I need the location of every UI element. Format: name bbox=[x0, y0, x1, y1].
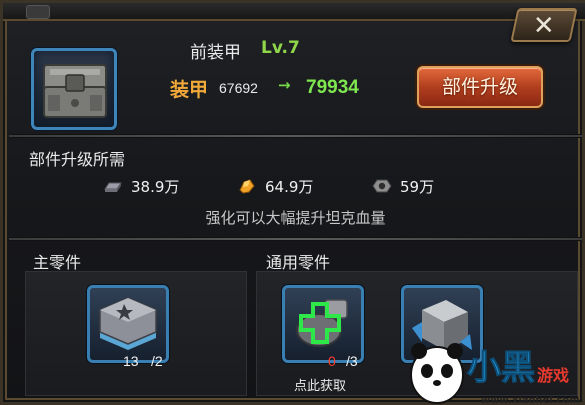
armor-part-slot bbox=[31, 48, 117, 130]
steel-amount: 38.9万 bbox=[131, 177, 180, 196]
requirements-hint: 强化可以大幅提升坦克血量 bbox=[205, 209, 386, 227]
resource-steel: 38.9万 bbox=[103, 175, 179, 197]
stat-label: 装甲 bbox=[170, 79, 209, 101]
general-parts-title: 通用零件 bbox=[266, 253, 331, 272]
requirements-title: 部件升级所需 bbox=[29, 150, 126, 169]
upgrade-part-button[interactable]: 部件升级 bbox=[417, 66, 543, 108]
gold-amount: 64.9万 bbox=[265, 177, 314, 196]
xiaohei-watermark-logo: 小黑 游戏 www.xiaohei.com bbox=[410, 343, 580, 405]
title-bar bbox=[3, 3, 585, 21]
get-part-link[interactable]: 点此获取 bbox=[294, 375, 346, 394]
armor-manual-icon bbox=[99, 297, 157, 350]
arrow-right-icon: → bbox=[278, 76, 291, 94]
main-part-card[interactable] bbox=[87, 285, 169, 363]
rubber-nut-icon bbox=[372, 179, 392, 193]
part-name: 前装甲 bbox=[190, 43, 241, 63]
divider bbox=[9, 134, 582, 138]
general-part-required: /3 bbox=[346, 353, 358, 369]
svg-text:游戏: 游戏 bbox=[537, 366, 569, 385]
repair-kit-icon bbox=[296, 299, 348, 347]
front-armor-icon bbox=[43, 64, 107, 118]
general-part-card-repair[interactable] bbox=[282, 285, 364, 363]
general-part-owned: 0 bbox=[328, 353, 336, 369]
main-parts-title: 主零件 bbox=[33, 253, 82, 272]
close-icon: ✕ bbox=[532, 11, 555, 41]
gold-ore-icon bbox=[239, 179, 255, 194]
stat-next-value: 79934 bbox=[306, 77, 359, 98]
close-button[interactable]: ✕ bbox=[510, 8, 578, 42]
resource-gold: 64.9万 bbox=[237, 175, 313, 197]
svg-text:www.xiaohei.com: www.xiaohei.com bbox=[481, 395, 580, 405]
main-part-required: /2 bbox=[151, 353, 163, 369]
part-level: Lv.7 bbox=[261, 38, 300, 58]
svg-text:小黑: 小黑 bbox=[467, 348, 535, 388]
resource-rubber: 59万 bbox=[372, 175, 434, 197]
rubber-amount: 59万 bbox=[400, 177, 435, 196]
upgrade-dialog: ✕ 前装甲 Lv.7 装甲 67692 → 79934 部件升级 部件升级所需 … bbox=[0, 0, 585, 405]
steel-ingot-icon bbox=[104, 182, 122, 192]
divider bbox=[9, 237, 582, 241]
main-part-owned: 13 bbox=[123, 353, 139, 369]
stat-current-value: 67692 bbox=[219, 80, 258, 96]
